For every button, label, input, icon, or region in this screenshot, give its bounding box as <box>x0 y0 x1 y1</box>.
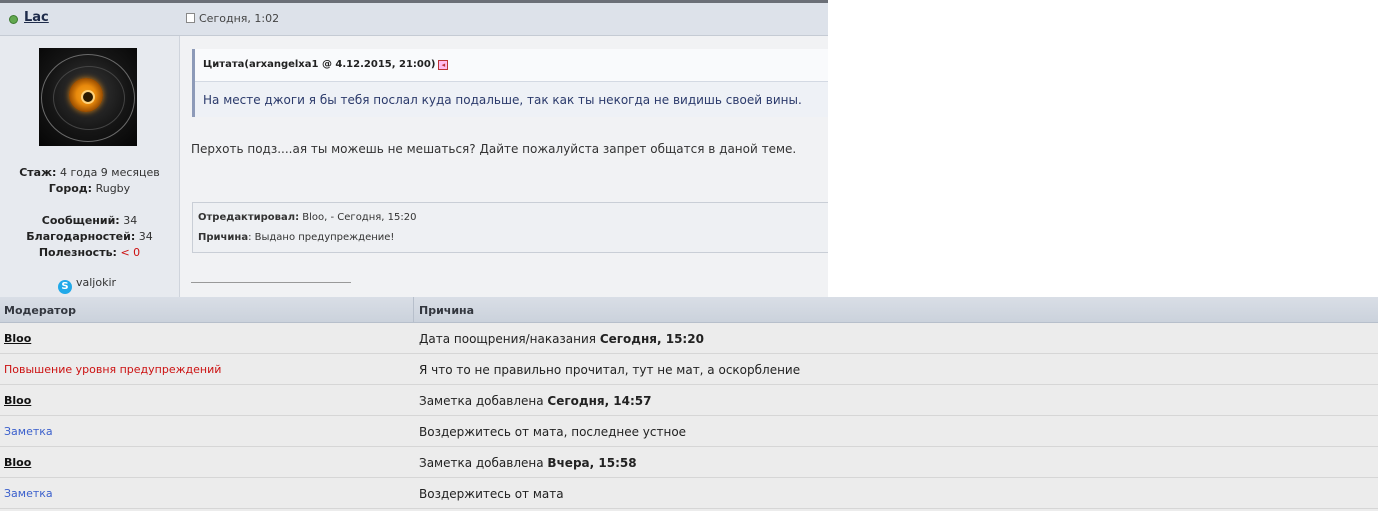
reason-text: Воздержитесь от мата <box>419 487 564 501</box>
stat-thanks: Благодарностей: 34 <box>0 230 179 243</box>
stat-value: 34 <box>138 230 153 243</box>
post-body-text: Перхоть подз....ая ты можешь не мешаться… <box>191 142 797 156</box>
reason-text: Я что то не правильно прочитал, тут не м… <box>419 363 801 377</box>
stat-messages: Сообщений: 34 <box>0 214 179 227</box>
edit-reason-label: Причина <box>198 232 249 243</box>
note-label: Заметка <box>4 425 53 438</box>
reason-cell: Воздержитесь от мата <box>419 487 564 501</box>
edited-by-value: Bloo, - Сегодня, 15:20 <box>302 212 417 223</box>
avatar[interactable] <box>39 48 137 146</box>
stat-value: 34 <box>123 214 138 227</box>
table-row: Bloo Заметка добавлена Вчера, 15:58 <box>0 447 1378 478</box>
stat-stazh: Стаж: 4 года 9 месяцев <box>0 166 179 179</box>
stat-label: Стаж: <box>19 166 57 179</box>
forum-post: Lac Сегодня, 1:02 Стаж: 4 года 9 месяцев… <box>0 0 828 297</box>
reason-date: Сегодня, 14:57 <box>547 394 652 408</box>
post-header: Lac Сегодня, 1:02 <box>0 3 828 36</box>
reason-date: Сегодня, 15:20 <box>599 332 704 346</box>
table-header: Модератор Причина <box>0 297 1378 323</box>
column-separator <box>413 297 414 323</box>
reason-text: Заметка добавлена <box>419 394 548 408</box>
stat-label: Сообщений: <box>41 214 120 227</box>
skype-icon: S <box>58 280 72 294</box>
table-row: Повышение уровня предупреждений Я что то … <box>0 354 1378 385</box>
skype-contact[interactable]: Svaljokir <box>58 276 116 294</box>
author-name-link[interactable]: Lac <box>24 10 49 25</box>
skype-name: valjokir <box>76 276 117 289</box>
post-date: Сегодня, 1:02 <box>186 12 279 25</box>
table-row: Заметка Воздержитесь от мата, последнее у… <box>0 416 1378 447</box>
signature-divider <box>191 282 351 283</box>
column-header-moderator[interactable]: Модератор <box>4 304 76 317</box>
edit-notice: Отредактировал: Bloo, - Сегодня, 15:20 П… <box>192 202 828 253</box>
stat-label: Благодарностей: <box>26 230 136 243</box>
reason-cell: Дата поощрения/наказания Сегодня, 15:20 <box>419 332 704 346</box>
reason-text: Дата поощрения/наказания <box>419 332 600 346</box>
warning-level-label: Повышение уровня предупреждений <box>4 363 222 376</box>
reason-cell: Заметка добавлена Сегодня, 14:57 <box>419 394 652 408</box>
stat-usefulness: Полезность: < 0 <box>0 246 179 259</box>
table-row: Bloo Дата поощрения/наказания Сегодня, 15… <box>0 323 1378 354</box>
stat-label: Город: <box>48 182 93 195</box>
edit-reason: Причина: Выдано предупреждение! <box>198 232 394 243</box>
stat-label: Полезность: <box>38 246 117 259</box>
post-link-icon[interactable] <box>186 13 195 23</box>
edited-by: Отредактировал: Bloo, - Сегодня, 15:20 <box>198 212 416 223</box>
reason-text: Воздержитесь от мата, последнее устное <box>419 425 687 439</box>
quote-jump-icon[interactable]: ◂ <box>438 60 449 70</box>
online-status-icon <box>9 15 18 24</box>
column-header-reason[interactable]: Причина <box>419 304 474 317</box>
stat-value: Rugby <box>95 182 131 195</box>
usefulness-value[interactable]: < 0 <box>120 246 140 259</box>
note-label: Заметка <box>4 487 53 500</box>
quote-header: Цитата(arxangelxa1 @ 4.12.2015, 21:00) ◂ <box>195 49 828 82</box>
stat-value: 4 года 9 месяцев <box>59 166 160 179</box>
reason-date: Вчера, 15:58 <box>547 456 637 470</box>
moderator-link[interactable]: Bloo <box>4 456 31 469</box>
edit-reason-value: : Выдано предупреждение! <box>248 232 395 243</box>
table-row: Заметка Воздержитесь от мата <box>0 478 1378 509</box>
reason-cell: Заметка добавлена Вчера, 15:58 <box>419 456 637 470</box>
edited-by-label: Отредактировал: <box>198 212 300 223</box>
avatar-emblem-core <box>81 90 95 104</box>
reason-text: Заметка добавлена <box>419 456 548 470</box>
quote-title: Цитата(arxangelxa1 @ 4.12.2015, 21:00) ◂ <box>203 59 449 70</box>
post-date-text: Сегодня, 1:02 <box>199 12 280 25</box>
reason-cell: Воздержитесь от мата, последнее устное <box>419 425 686 439</box>
moderation-table: Модератор Причина Bloo Дата поощрения/нак… <box>0 297 1378 511</box>
reason-cell: Я что то не правильно прочитал, тут не м… <box>419 363 800 377</box>
author-info-column: Стаж: 4 года 9 месяцев Город: Rugby Сооб… <box>0 36 180 297</box>
stat-city: Город: Rugby <box>0 182 179 195</box>
table-row: Bloo Заметка добавлена Сегодня, 14:57 <box>0 385 1378 416</box>
quote-title-text: Цитата(arxangelxa1 @ 4.12.2015, 21:00) <box>203 59 436 70</box>
quote-block: Цитата(arxangelxa1 @ 4.12.2015, 21:00) ◂ … <box>192 49 828 117</box>
quote-text: На месте джоги я бы тебя послал куда под… <box>203 93 802 107</box>
moderator-link[interactable]: Bloo <box>4 332 31 345</box>
moderator-link[interactable]: Bloo <box>4 394 31 407</box>
